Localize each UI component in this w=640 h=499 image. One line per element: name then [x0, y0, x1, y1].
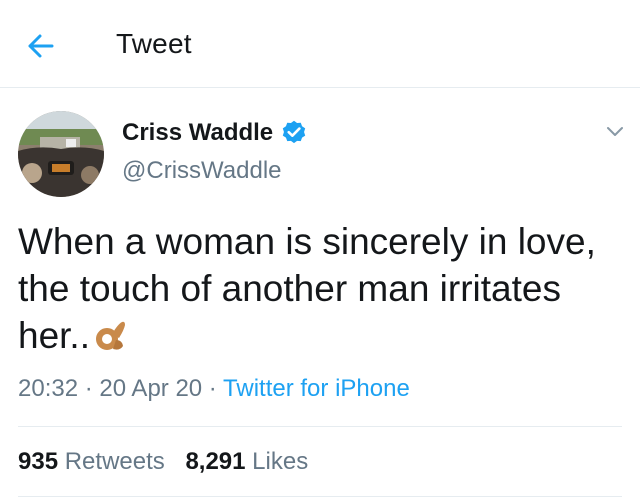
avatar-image	[18, 111, 104, 197]
author-name-row: Criss Waddle	[122, 117, 308, 149]
tweet-time: 20:32	[18, 375, 79, 402]
page-title: Tweet	[116, 28, 192, 59]
user-handle[interactable]: @CrissWaddle	[122, 157, 282, 185]
likes-count: 8,291	[185, 448, 246, 475]
ok-hand-emoji-icon	[96, 321, 125, 350]
meta-separator: ·	[78, 375, 100, 402]
back-button[interactable]	[22, 30, 62, 62]
tweet-text-line: her..	[18, 315, 90, 356]
divider	[18, 426, 622, 427]
tweet-meta: 20:32 · 20 Apr 20 · Twitter for iPhone	[18, 375, 410, 403]
avatar[interactable]	[18, 111, 104, 197]
meta-separator: ·	[202, 375, 224, 402]
tweet-text-line: When a woman is sincerely in love,	[18, 221, 596, 262]
tweet-stats: 935 Retweets 8,291 Likes	[18, 448, 322, 476]
display-name[interactable]: Criss Waddle	[122, 119, 273, 147]
tweet-text-line: the touch of another man irritates	[18, 268, 561, 309]
verified-badge-icon	[282, 120, 306, 144]
chevron-down-icon	[607, 127, 623, 136]
tweet-date: 20 Apr 20	[99, 375, 203, 402]
retweets-label: Retweets	[64, 448, 165, 475]
tweet-text-line-last: her..	[18, 312, 628, 359]
arrow-left-icon	[28, 34, 54, 58]
likes-label: Likes	[252, 448, 309, 475]
more-options-button[interactable]	[604, 120, 626, 142]
retweets-stat[interactable]: 935 Retweets	[18, 448, 165, 475]
tweet-text: When a woman is sincerely in love, the t…	[18, 218, 628, 359]
retweets-count: 935	[18, 448, 59, 475]
tweet-source-link[interactable]: Twitter for iPhone	[223, 375, 410, 402]
likes-stat[interactable]: 8,291 Likes	[185, 448, 308, 475]
header-bar: Tweet	[0, 0, 640, 88]
divider	[18, 496, 622, 497]
